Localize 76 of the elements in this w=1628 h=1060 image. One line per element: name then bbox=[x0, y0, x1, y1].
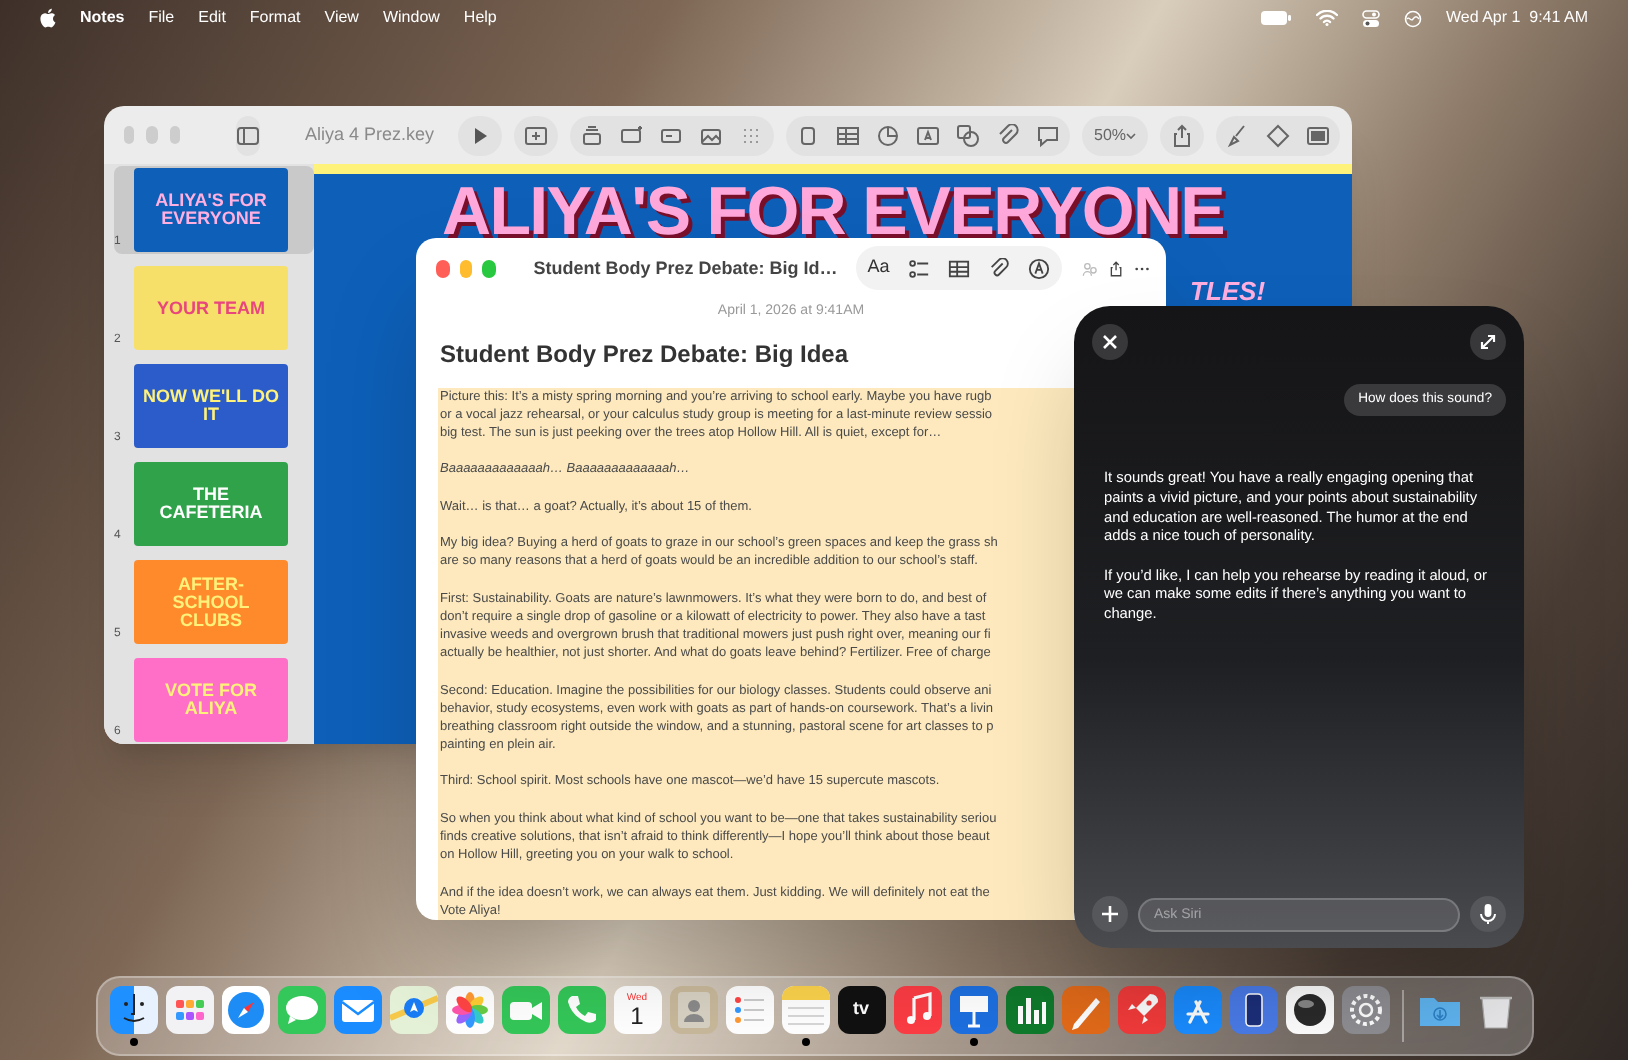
slide-headline: ALIYA'S FOR EVERYONE bbox=[442, 178, 1224, 246]
smartphone-icon[interactable] bbox=[1229, 986, 1277, 1034]
wifi-icon[interactable] bbox=[1315, 10, 1338, 26]
video-camera-icon[interactable] bbox=[501, 986, 549, 1034]
menu-item[interactable]: Edit bbox=[198, 6, 226, 30]
menu-item[interactable]: Help bbox=[463, 6, 497, 30]
add-slide-icon[interactable] bbox=[524, 123, 548, 147]
paperclip-icon[interactable] bbox=[996, 123, 1020, 147]
envelope-icon[interactable] bbox=[333, 986, 381, 1034]
apple-logo-icon[interactable] bbox=[40, 8, 56, 28]
note-body[interactable] bbox=[438, 387, 1074, 920]
pencil-icon[interactable] bbox=[1061, 986, 1109, 1034]
close-icon[interactable] bbox=[1092, 324, 1128, 360]
note-heading: Student Body Prez Debate: Big Idea bbox=[440, 337, 849, 371]
sidebar-icon[interactable] bbox=[236, 123, 261, 147]
control-center-icon[interactable] bbox=[1361, 9, 1380, 27]
slide-text: TLES! bbox=[1190, 278, 1266, 304]
rectangle-icon[interactable] bbox=[620, 123, 644, 147]
shapes-icon[interactable] bbox=[956, 123, 980, 147]
stack-icon[interactable] bbox=[580, 123, 604, 147]
slide-title: AFTER-SCHOOL CLUBS bbox=[170, 575, 252, 629]
expand-icon[interactable] bbox=[1470, 324, 1506, 360]
slide-thumbnail[interactable]: THE CAFETERIA bbox=[134, 462, 288, 546]
compass-icon[interactable] bbox=[221, 986, 269, 1034]
rocket-icon[interactable] bbox=[1117, 986, 1165, 1034]
slide-title: ALIYA'S FOR EVERYONE bbox=[153, 192, 269, 228]
bar-chart-icon[interactable] bbox=[1005, 986, 1053, 1034]
slide-thumbnail[interactable]: NOW WE'LL DO IT bbox=[134, 364, 288, 448]
app-menu[interactable]: Notes bbox=[80, 6, 125, 30]
image-icon[interactable] bbox=[700, 123, 724, 147]
brush-icon[interactable] bbox=[1226, 123, 1251, 147]
phone-icon[interactable] bbox=[557, 986, 605, 1034]
card-icon[interactable] bbox=[660, 123, 684, 147]
text-box-icon[interactable] bbox=[916, 123, 940, 147]
app-store-icon[interactable] bbox=[1173, 986, 1221, 1034]
share-icon[interactable] bbox=[1107, 257, 1124, 279]
calendar-day: 1 bbox=[630, 1003, 644, 1027]
tv-app-icon[interactable]: tv bbox=[837, 986, 885, 1034]
table-icon[interactable] bbox=[947, 257, 970, 279]
contact-card-icon[interactable] bbox=[669, 986, 717, 1034]
pen-circle-icon[interactable] bbox=[1027, 257, 1050, 279]
menu-item[interactable]: Window bbox=[382, 6, 440, 30]
share-icon[interactable] bbox=[1170, 123, 1195, 147]
slide-title: THE CAFETERIA bbox=[157, 486, 265, 522]
tv-label: tv bbox=[852, 996, 869, 1023]
slide-title: NOW WE'LL DO IT bbox=[141, 388, 281, 424]
menu-item[interactable]: File bbox=[148, 6, 175, 30]
flower-icon[interactable] bbox=[445, 986, 493, 1034]
plus-icon[interactable] bbox=[1092, 896, 1128, 932]
format-button[interactable]: Aa bbox=[867, 254, 890, 282]
slide-thumbnail[interactable]: ALIYA'S FOR EVERYONE bbox=[134, 168, 288, 252]
podium-icon[interactable] bbox=[949, 986, 997, 1034]
menu-bar-clock[interactable]: Wed Apr 1 9:41 AM bbox=[1445, 6, 1588, 30]
slide-title: YOUR TEAM bbox=[157, 299, 265, 317]
window-title: Student Body Prez Debate: Big Id… bbox=[533, 256, 838, 280]
diamond-icon[interactable] bbox=[1266, 123, 1291, 147]
panel-icon[interactable] bbox=[1306, 123, 1331, 147]
menu-item[interactable]: View bbox=[324, 6, 359, 30]
menu-item[interactable]: Format bbox=[249, 6, 301, 30]
microphone-icon[interactable] bbox=[1470, 896, 1506, 932]
paperclip-icon[interactable] bbox=[987, 257, 1010, 279]
window-title: Aliya 4 Prez.key bbox=[304, 121, 434, 148]
checklist-icon[interactable] bbox=[725, 986, 773, 1034]
speech-bubble-icon[interactable] bbox=[277, 986, 325, 1034]
checklist-icon[interactable] bbox=[907, 257, 930, 279]
dot-grid-icon[interactable] bbox=[740, 123, 764, 147]
pie-chart-icon[interactable] bbox=[876, 123, 900, 147]
gear-icon[interactable] bbox=[1341, 986, 1389, 1034]
chevron-down-icon bbox=[1126, 131, 1137, 139]
table-icon[interactable] bbox=[836, 123, 860, 147]
comment-icon[interactable] bbox=[1036, 123, 1060, 147]
face-icon[interactable] bbox=[109, 986, 157, 1034]
music-note-icon[interactable] bbox=[893, 986, 941, 1034]
slide-title: VOTE FOR ALIYA bbox=[162, 682, 259, 718]
map-icon[interactable] bbox=[389, 986, 437, 1034]
siri-icon[interactable] bbox=[1403, 9, 1422, 27]
